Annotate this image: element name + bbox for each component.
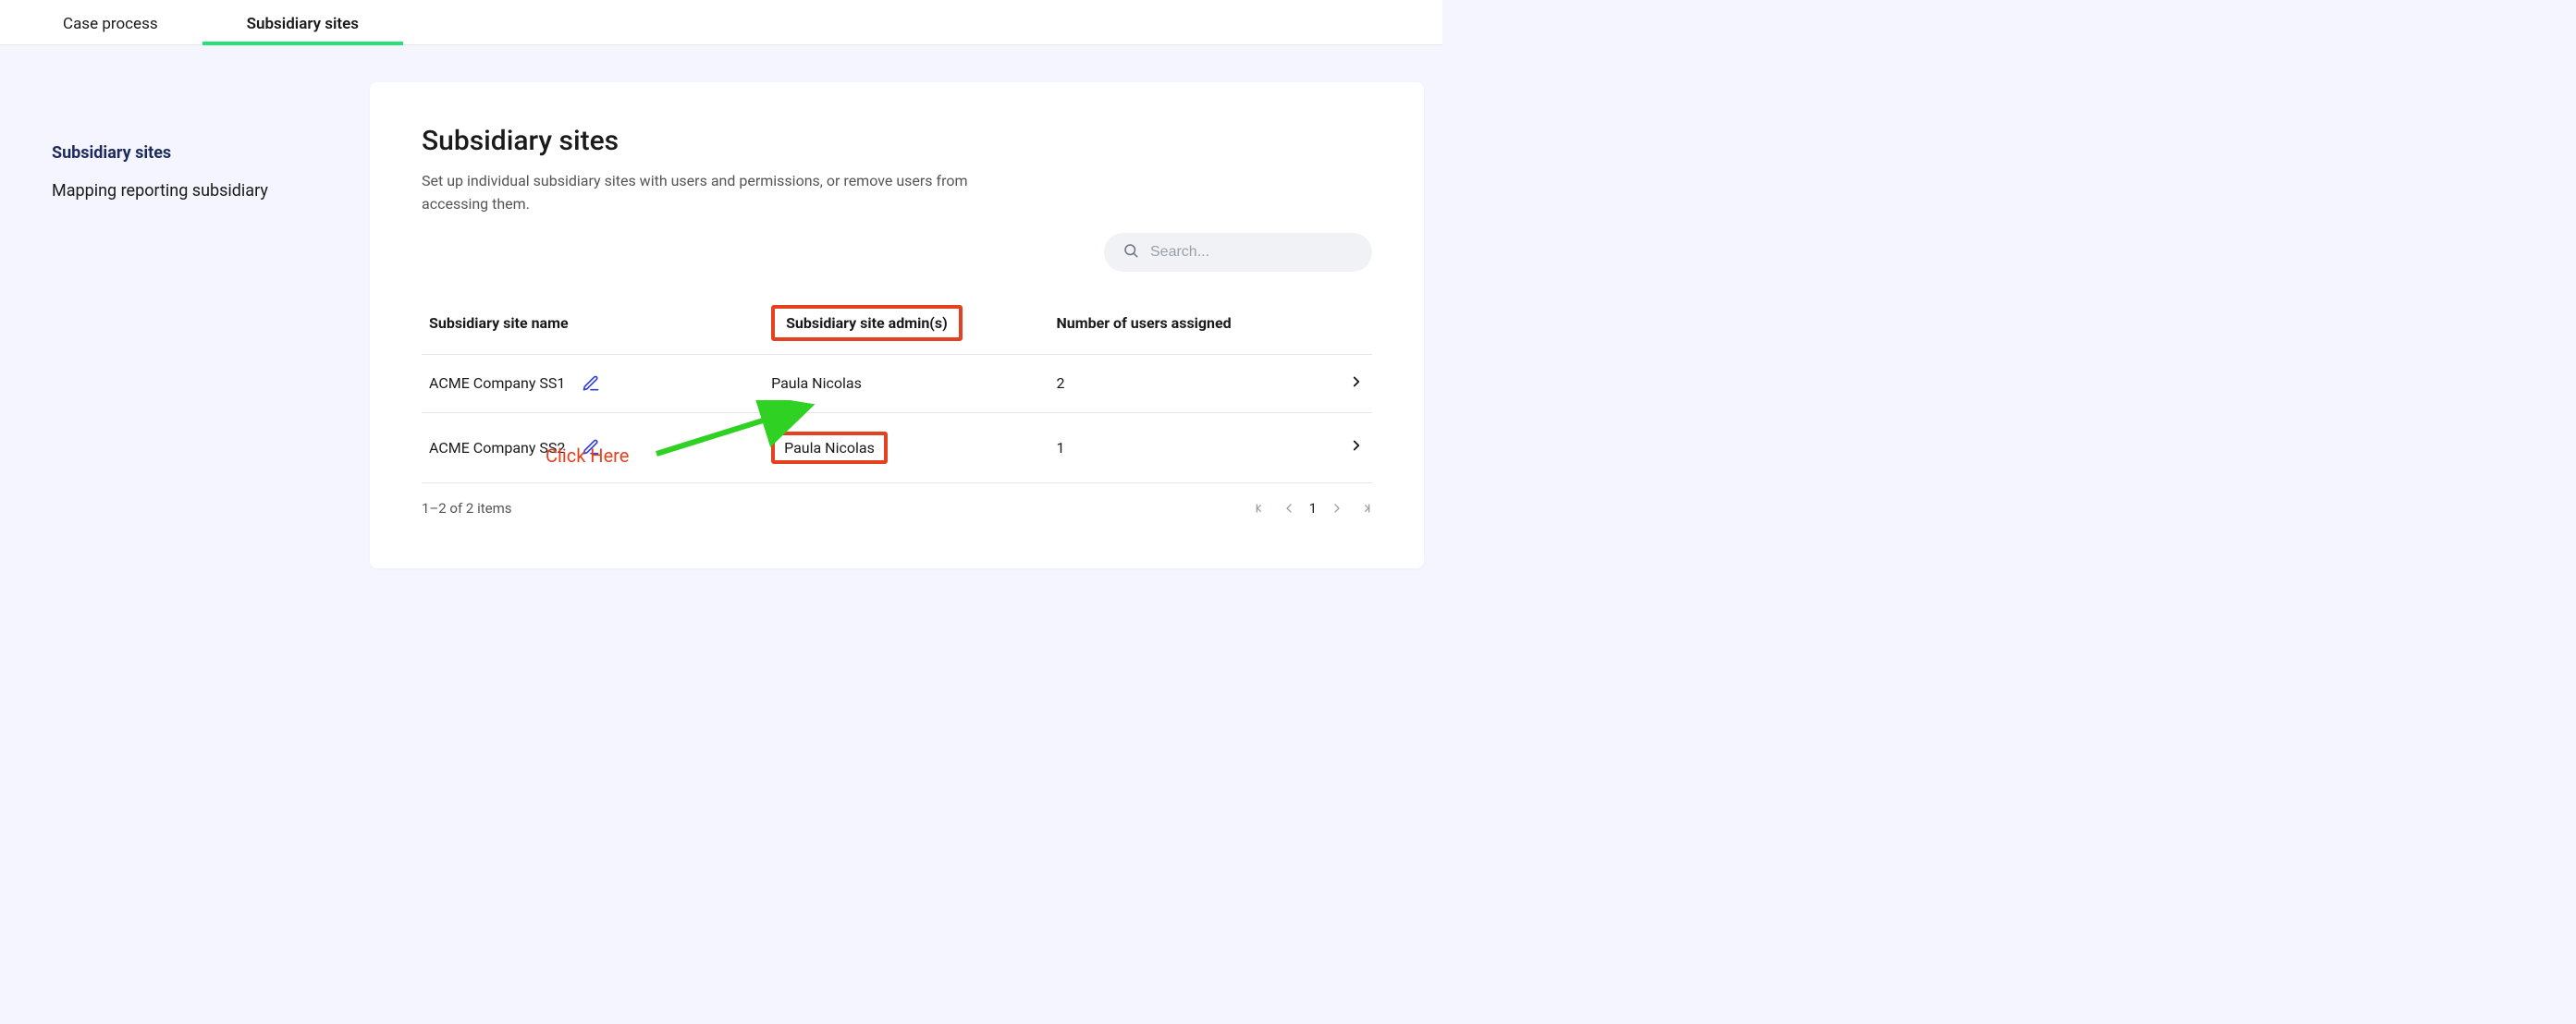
subsidiary-sites-table: Subsidiary site name Subsidiary site adm…: [422, 292, 1372, 483]
tab-subsidiary-sites[interactable]: Subsidiary sites: [202, 2, 403, 44]
edit-icon[interactable]: [582, 374, 600, 393]
th-label: Subsidiary site name: [429, 314, 569, 332]
sidebar-item-subsidiary-sites[interactable]: Subsidiary sites: [52, 134, 351, 172]
table-row[interactable]: ACME Company SS2 Paula Nicolas: [422, 412, 1372, 482]
cell-users-assigned: 1: [1056, 439, 1064, 457]
th-users-assigned[interactable]: Number of users assigned: [1049, 292, 1315, 355]
table-row[interactable]: ACME Company SS1 Paula Nicolas 2: [422, 354, 1372, 412]
cell-site-name: ACME Company SS1: [429, 374, 565, 392]
search-icon: [1122, 242, 1139, 262]
annotation-highlight: Subsidiary site admin(s): [771, 305, 963, 341]
chevron-right-icon[interactable]: [1348, 373, 1365, 390]
tab-case-process[interactable]: Case process: [18, 2, 202, 44]
page-title: Subsidiary sites: [422, 125, 1372, 157]
cell-site-admin: Paula Nicolas: [771, 374, 862, 392]
page-current: 1: [1309, 500, 1317, 517]
top-tabs: Case process Subsidiary sites: [0, 0, 1442, 45]
tab-label: Case process: [63, 15, 158, 33]
page-last-icon[interactable]: [1357, 501, 1372, 516]
cell-site-name: ACME Company SS2: [429, 439, 565, 457]
main-card: Subsidiary sites Set up individual subsi…: [370, 82, 1424, 568]
cell-users-assigned: 2: [1056, 374, 1064, 392]
search-box[interactable]: [1104, 233, 1372, 272]
sidebar-item-label: Mapping reporting subsidiary: [52, 181, 268, 201]
pagination-summary: 1–2 of 2 items: [422, 500, 511, 517]
page-next-icon[interactable]: [1330, 501, 1344, 516]
sidebar-item-label: Subsidiary sites: [52, 143, 171, 163]
search-input[interactable]: [1150, 244, 1354, 261]
th-site-admin[interactable]: Subsidiary site admin(s): [764, 292, 1049, 355]
sidebar: Subsidiary sites Mapping reporting subsi…: [0, 82, 351, 210]
page-prev-icon[interactable]: [1282, 501, 1296, 516]
cell-site-admin: Paula Nicolas: [784, 439, 875, 457]
chevron-right-icon[interactable]: [1348, 437, 1365, 454]
tab-label: Subsidiary sites: [247, 15, 359, 33]
th-label: Subsidiary site admin(s): [786, 314, 948, 332]
annotation-highlight: Paula Nicolas: [771, 432, 888, 464]
page-first-icon[interactable]: [1254, 501, 1269, 516]
th-label: Number of users assigned: [1056, 314, 1231, 332]
sidebar-item-mapping-reporting-subsidiary[interactable]: Mapping reporting subsidiary: [52, 172, 351, 210]
pagination: 1–2 of 2 items 1: [422, 483, 1372, 517]
page-description: Set up individual subsidiary sites with …: [422, 170, 995, 216]
th-site-name[interactable]: Subsidiary site name: [422, 292, 764, 355]
edit-icon[interactable]: [582, 438, 600, 457]
